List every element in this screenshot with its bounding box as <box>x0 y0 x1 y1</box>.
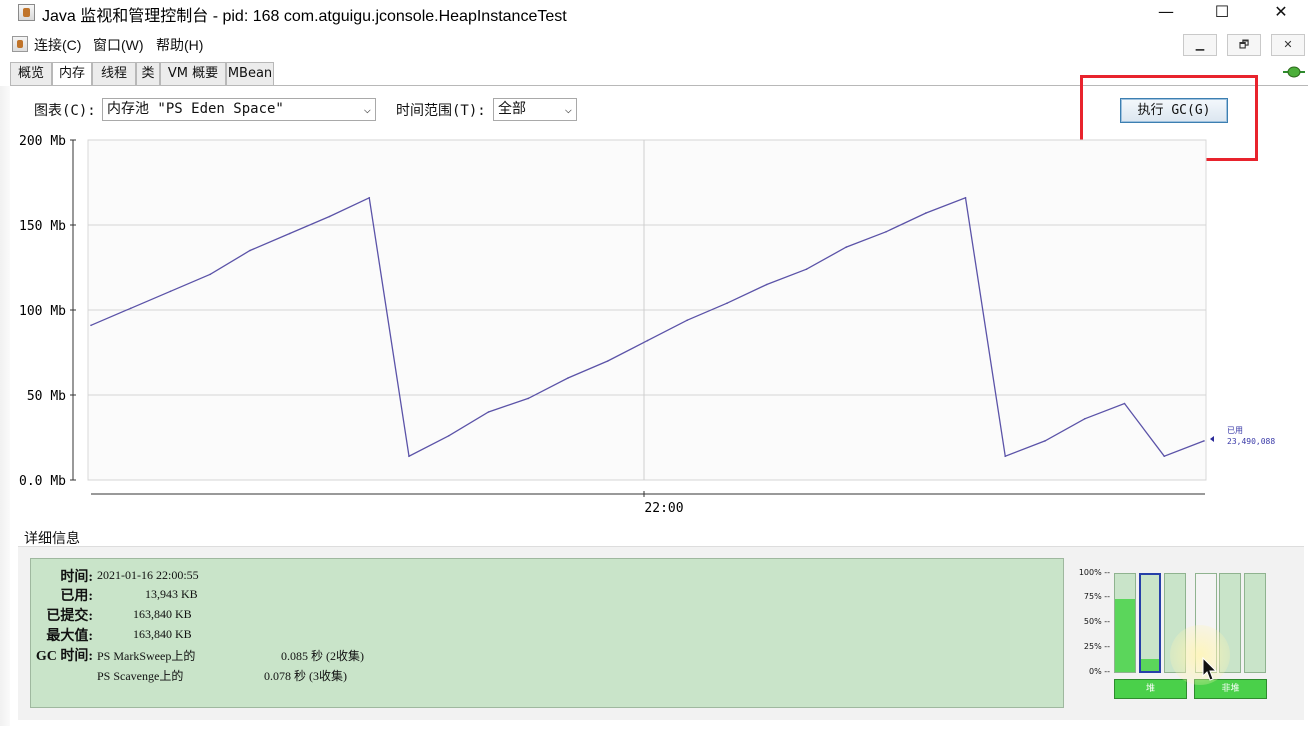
gc-time-key: GC 时间: <box>35 649 93 664</box>
connection-status-icon <box>1283 66 1305 78</box>
window-title: Java 监视和管理控制台 - pid: 168 com.atguigu.jco… <box>42 8 567 25</box>
chart-select[interactable]: 内存池 "PS Eden Space" ⌵ <box>102 98 376 121</box>
series-point <box>249 249 251 252</box>
series-point <box>765 283 768 286</box>
tab-overview[interactable]: 概览 <box>10 62 52 85</box>
used-key: 已用: <box>60 589 93 604</box>
details-title: 详细信息 <box>24 531 80 547</box>
chart-label: 图表(C): <box>34 103 96 119</box>
series-point <box>606 360 609 362</box>
time-range-label: 时间范围(T): <box>396 103 486 119</box>
series-point <box>527 397 530 400</box>
series-point <box>90 324 92 327</box>
pool-bar-survivor[interactable] <box>1139 573 1161 673</box>
series-point <box>447 435 450 437</box>
tab-vm-summary[interactable]: VM 概要 <box>160 62 226 85</box>
pool-bar-eden[interactable] <box>1114 573 1136 673</box>
series-point <box>885 231 887 233</box>
gc-marksweep-name: PS MarkSweep上的 <box>97 649 196 663</box>
series-point <box>646 339 649 342</box>
cursor-highlight <box>1170 625 1230 685</box>
title-bar: Java 监视和管理控制台 - pid: 168 com.atguigu.jco… <box>0 0 1308 26</box>
minimize-button[interactable]: — <box>1143 0 1189 26</box>
gc-marksweep-value: 0.085 秒 (2收集) <box>281 649 364 663</box>
legend-marker <box>1210 436 1214 442</box>
pool-axis-50: 50% -- <box>1083 617 1110 626</box>
pool-bar-compressed-class[interactable] <box>1244 573 1266 673</box>
pool-fill <box>1141 658 1159 671</box>
tab-threads[interactable]: 线程 <box>92 62 136 85</box>
chevron-down-icon: ⌵ <box>363 102 371 116</box>
series-point <box>129 307 132 310</box>
y-tick-label: 200 Mb <box>19 134 66 149</box>
committed-key: 已提交: <box>46 609 93 624</box>
menu-bar: 连接(C) 窗口(W) 帮助(H) <box>0 32 1308 56</box>
pool-axis-25: 25% -- <box>1083 642 1110 651</box>
menu-help[interactable]: 帮助(H) <box>156 35 203 55</box>
inner-close-button[interactable]: ✕ <box>1271 34 1305 56</box>
chart-select-value: 内存池 "PS Eden Space" <box>107 101 284 117</box>
time-value: 2021-01-16 22:00:55 <box>97 568 199 582</box>
y-axis: 200 Mb 150 Mb 100 Mb 50 Mb 0.0 Mb <box>19 134 76 489</box>
details-info-box: 时间: 2021-01-16 22:00:55 已用: 13,943 KB 已提… <box>30 558 1064 708</box>
series-point <box>288 232 291 235</box>
series-point <box>487 411 490 413</box>
chevron-down-icon: ⌵ <box>564 102 572 116</box>
time-key: 时间: <box>60 570 93 585</box>
legend-label: 已用 <box>1227 426 1243 435</box>
pool-axis-0: 0% -- <box>1088 667 1110 676</box>
pool-fill <box>1115 599 1135 672</box>
x-tick-label: 22:00 <box>644 501 683 516</box>
series-point <box>209 273 212 276</box>
used-value: 13,943 KB <box>145 587 198 601</box>
series-point <box>567 377 569 379</box>
series-point <box>1203 440 1205 442</box>
menu-connection[interactable]: 连接(C) <box>34 35 81 55</box>
pool-axis-100: 100% -- <box>1078 568 1110 577</box>
max-value: 163,840 KB <box>133 627 192 641</box>
series-point <box>408 455 410 458</box>
series-point <box>964 197 967 199</box>
series-point <box>686 319 689 321</box>
gc-scavenge-name: PS Scavenge上的 <box>97 669 184 683</box>
series-point <box>1004 455 1007 458</box>
series-point <box>805 268 808 270</box>
series-point <box>845 246 848 248</box>
series-point <box>1163 455 1166 458</box>
inner-restore-button[interactable]: 🗗 <box>1227 34 1261 56</box>
series-point <box>169 290 172 293</box>
tab-memory[interactable]: 内存 <box>52 62 92 86</box>
menu-window[interactable]: 窗口(W) <box>93 35 144 55</box>
heap-group-label[interactable]: 堆 <box>1114 679 1187 699</box>
series-point <box>1123 402 1126 405</box>
y-tick-label: 150 Mb <box>19 219 66 234</box>
series-point <box>1044 440 1046 442</box>
y-tick-label: 50 Mb <box>27 389 66 404</box>
series-point <box>1083 418 1086 420</box>
legend-value: 23,490,088 <box>1227 437 1275 446</box>
series-point <box>368 197 371 199</box>
maximize-button[interactable]: ☐ <box>1199 0 1245 26</box>
java-cup-icon <box>12 36 28 52</box>
pool-axis-75: 75% -- <box>1083 592 1110 601</box>
series-point <box>328 215 331 218</box>
gc-scavenge-value: 0.078 秒 (3收集) <box>264 669 347 683</box>
time-range-value: 全部 <box>498 101 526 117</box>
y-tick-label: 0.0 Mb <box>19 474 66 489</box>
close-button[interactable]: ✕ <box>1258 0 1304 26</box>
committed-value: 163,840 KB <box>133 607 192 621</box>
tab-classes[interactable]: 类 <box>136 62 160 85</box>
series-point <box>924 212 927 214</box>
max-key: 最大值: <box>46 629 93 644</box>
tab-mbean[interactable]: MBean <box>226 62 274 85</box>
time-range-select[interactable]: 全部 ⌵ <box>493 98 577 121</box>
inner-minimize-button[interactable]: ▁ <box>1183 34 1217 56</box>
java-cup-icon <box>18 4 35 21</box>
series-point <box>726 302 728 304</box>
mouse-pointer-icon <box>1202 657 1218 681</box>
memory-chart: 200 Mb 150 Mb 100 Mb 50 Mb 0.0 Mb 22:00 已用 2… <box>19 134 1275 516</box>
y-tick-label: 100 Mb <box>19 304 66 319</box>
